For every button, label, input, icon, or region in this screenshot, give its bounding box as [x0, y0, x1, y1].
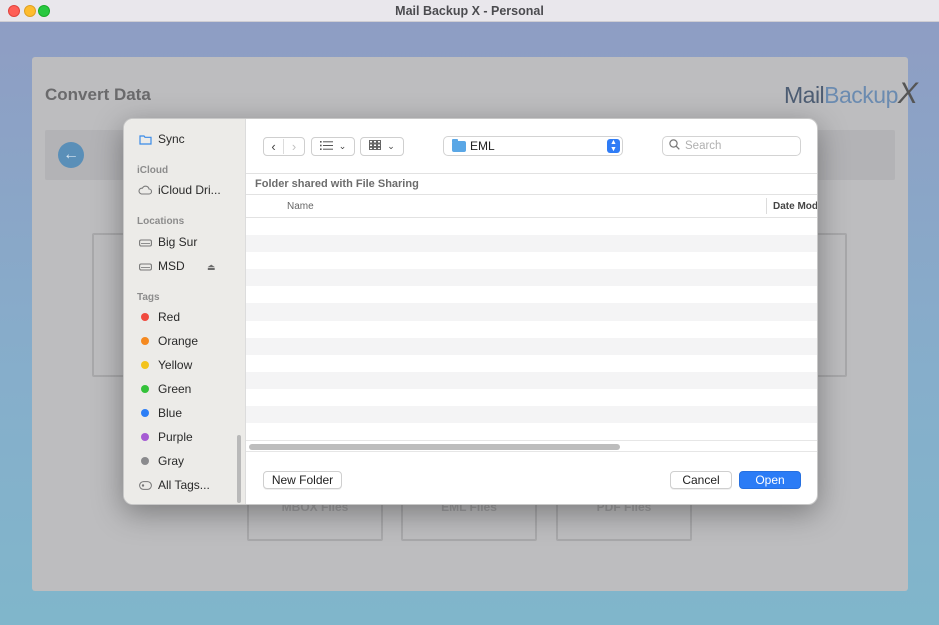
current-folder-label: EML [470, 139, 495, 153]
divider [246, 173, 817, 174]
dialog-sidebar: Sync iCloud iCloud Dri... Locations Big … [124, 119, 246, 504]
list-row [246, 235, 817, 253]
tag-label: Orange [158, 334, 199, 348]
tag-label: Yellow [158, 358, 193, 372]
tag-icon [138, 480, 152, 490]
app-logo: MailBackupX [784, 77, 918, 111]
list-row [246, 355, 817, 372]
list-row [246, 423, 817, 440]
sidebar-section-locations: Locations [137, 216, 185, 227]
page-title: Convert Data [45, 85, 151, 104]
view-grid-button[interactable]: ⌄ [360, 137, 404, 156]
green-dot-icon [141, 385, 149, 393]
forward-chevron-icon[interactable]: › [284, 139, 304, 154]
search-input[interactable] [685, 140, 785, 152]
nav-button-group: ‹ › [263, 137, 305, 156]
sidebar-item-label: MSD [158, 259, 185, 273]
tag-label: Blue [158, 406, 183, 420]
column-divider[interactable] [766, 198, 767, 214]
tag-label: Green [158, 382, 192, 396]
list-row [246, 286, 817, 303]
column-header-date-modified[interactable]: Date Mod [773, 201, 817, 212]
search-icon [669, 139, 680, 153]
yellow-dot-icon [141, 361, 149, 369]
dialog-main: ‹ › ⌄ ⌄ EML ▲▼ Folder shared w [246, 119, 817, 504]
sidebar-tag-blue[interactable]: Blue [138, 406, 182, 420]
sidebar-section-tags: Tags [137, 292, 160, 303]
list-row [246, 218, 817, 235]
blue-dot-icon [141, 409, 149, 417]
list-row [246, 252, 817, 269]
sidebar-tag-gray[interactable]: Gray [138, 454, 184, 468]
tag-label: All Tags... [158, 478, 210, 492]
sidebar-scrollbar[interactable] [237, 435, 241, 503]
sidebar-tag-orange[interactable]: Orange [138, 334, 198, 348]
sidebar-item-label: Big Sur [158, 235, 198, 249]
sidebar-item-icloud-drive[interactable]: iCloud Dri... [138, 183, 221, 197]
sidebar-tag-green[interactable]: Green [138, 382, 191, 396]
tag-label: Red [158, 310, 181, 324]
open-button[interactable]: Open [739, 471, 801, 489]
back-arrow-icon[interactable]: ← [58, 142, 84, 168]
folder-icon [452, 138, 466, 152]
sidebar-section-icloud: iCloud [137, 165, 169, 176]
purple-dot-icon [141, 433, 149, 441]
chevron-down-icon: ⌄ [338, 141, 347, 151]
view-list-button[interactable]: ⌄ [311, 137, 355, 156]
grid-view-icon [369, 140, 382, 153]
logo-text-mail: Mail [784, 82, 825, 108]
divider [246, 451, 817, 452]
sidebar-item-sync[interactable]: Sync [138, 132, 185, 146]
chevron-down-icon: ⌄ [387, 141, 395, 151]
horizontal-scrollbar[interactable] [249, 444, 620, 450]
sidebar-item-label: Sync [158, 132, 185, 146]
list-row [246, 337, 817, 355]
drive-icon [138, 262, 152, 271]
orange-dot-icon [141, 337, 149, 345]
sidebar-tag-purple[interactable]: Purple [138, 430, 193, 444]
list-row [246, 269, 817, 287]
red-dot-icon [141, 313, 149, 321]
tag-label: Gray [158, 454, 185, 468]
window-close-button[interactable] [8, 5, 20, 17]
back-chevron-icon[interactable]: ‹ [264, 139, 285, 154]
sidebar-item-msd[interactable]: MSD [138, 259, 185, 273]
drive-icon [138, 238, 152, 247]
logo-text-backup: Backup [824, 82, 898, 108]
window-title-bar: Mail Backup X - Personal [0, 0, 939, 22]
column-header-name[interactable]: Name [287, 201, 314, 212]
sidebar-item-label: iCloud Dri... [158, 183, 221, 197]
list-view-icon [319, 140, 333, 153]
list-row [246, 406, 817, 424]
search-field[interactable] [662, 136, 801, 156]
window-title: Mail Backup X - Personal [395, 3, 544, 18]
file-list[interactable] [246, 218, 817, 440]
list-row [246, 321, 817, 338]
cancel-button[interactable]: Cancel [670, 471, 732, 489]
gray-dot-icon [141, 457, 149, 465]
window-minimize-button[interactable] [24, 5, 36, 17]
folder-path-popup[interactable]: EML ▲ ▼ [443, 136, 623, 156]
list-row [246, 389, 817, 406]
eject-icon[interactable]: ⏏ [207, 262, 216, 273]
breadcrumb: Folder shared with File Sharing [255, 178, 419, 190]
sidebar-item-big-sur[interactable]: Big Sur [138, 235, 197, 249]
cloud-icon [138, 185, 152, 195]
list-row [246, 371, 817, 389]
tag-label: Purple [158, 430, 193, 444]
window-zoom-button[interactable] [38, 5, 50, 17]
sidebar-all-tags[interactable]: All Tags... [138, 478, 210, 492]
sidebar-tag-yellow[interactable]: Yellow [138, 358, 192, 372]
open-file-dialog: Sync iCloud iCloud Dri... Locations Big … [123, 118, 818, 505]
sidebar-tag-red[interactable]: Red [138, 310, 180, 324]
list-row [246, 303, 817, 321]
popup-arrows-icon: ▲ ▼ [607, 139, 620, 153]
logo-x-mark: X [897, 77, 918, 110]
new-folder-button[interactable]: New Folder [263, 471, 342, 489]
folder-icon [138, 134, 152, 145]
column-header-row: Name Date Mod [246, 194, 817, 218]
